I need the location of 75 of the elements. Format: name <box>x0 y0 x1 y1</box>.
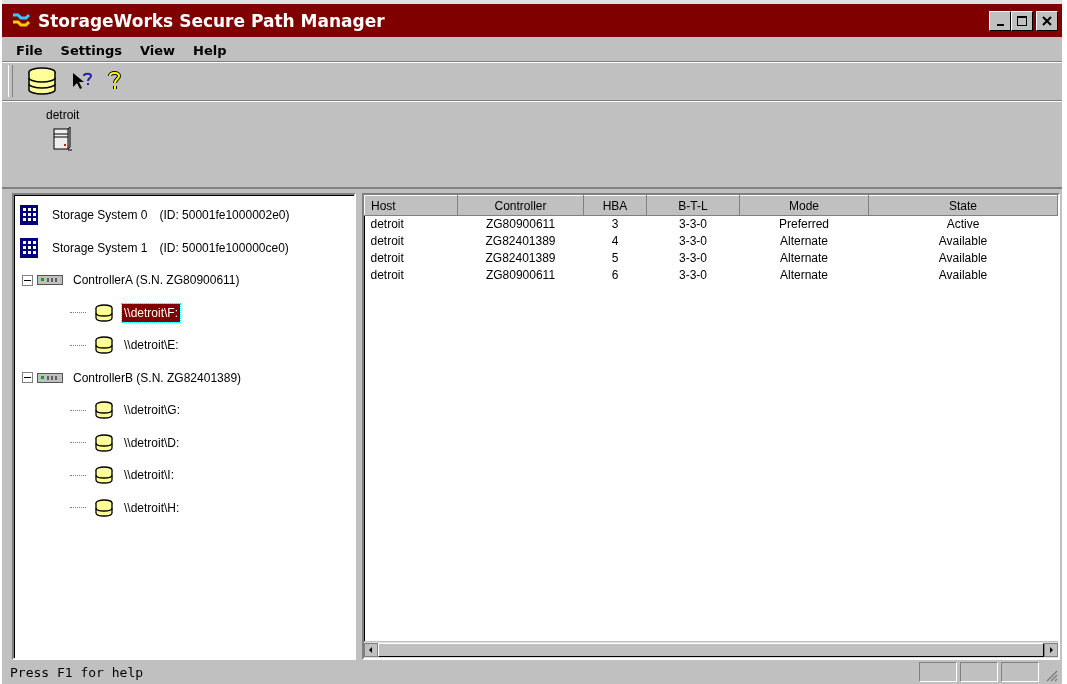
tree-item[interactable]: \\detroit\G: <box>122 401 183 420</box>
status-text: Press F1 for help <box>10 664 145 680</box>
status-pane <box>1001 662 1039 682</box>
tree-item[interactable]: ControllerA (S.N. ZG80900611) <box>71 271 242 290</box>
table-cell-text: 3-3-0 <box>678 267 708 284</box>
table-cell-text: 4 <box>610 233 620 250</box>
table-cell-text: Available <box>937 267 989 284</box>
minimize-icon <box>996 23 1004 26</box>
scroll-right-icon[interactable] <box>1044 643 1058 657</box>
storage-system-icon <box>20 205 38 226</box>
resize-grip-icon[interactable] <box>1044 668 1058 682</box>
tree-item[interactable]: \\detroit\E: <box>122 336 181 355</box>
maximize-icon <box>1017 15 1027 26</box>
table-cell-text: 6 <box>610 267 620 284</box>
collapse-toggle[interactable] <box>22 274 33 286</box>
table-cell-text: detroit <box>369 267 405 284</box>
tree-item[interactable]: \\detroit\H: <box>122 498 182 517</box>
disk-icon <box>94 303 114 322</box>
table-cell: Preferred <box>739 215 869 233</box>
menu-item[interactable]: View <box>138 42 178 58</box>
column-header[interactable]: State <box>868 195 1058 216</box>
disk-icon <box>94 498 114 517</box>
minimize-button[interactable] <box>989 10 1011 31</box>
table-cell-text: Available <box>937 250 989 267</box>
table-cell-text: Available <box>937 233 989 250</box>
tree-item[interactable]: ControllerB (S.N. ZG82401389) <box>71 368 244 387</box>
system-id-text: (ID: 50001fe1000002e0) <box>159 208 290 223</box>
horizontal-scrollbar[interactable] <box>364 641 1058 658</box>
tree-item[interactable]: Storage System 1 <box>50 238 150 257</box>
collapse-toggle[interactable] <box>22 372 33 384</box>
close-icon <box>1042 15 1052 26</box>
help-pointer-icon[interactable] <box>71 71 93 91</box>
database-icon[interactable] <box>27 67 57 95</box>
table-cell-text: 3-3-0 <box>678 250 708 267</box>
column-header[interactable]: Host <box>364 195 458 216</box>
column-header[interactable]: HBA <box>583 195 647 216</box>
table-cell-text: ZG82401389 <box>484 233 557 250</box>
maximize-button[interactable] <box>1011 10 1033 31</box>
tree-item[interactable]: Storage System 0 <box>50 206 150 225</box>
help-icon[interactable] <box>107 71 121 91</box>
storage-system-icon <box>20 237 38 258</box>
disk-icon <box>94 433 114 452</box>
table-cell: Active <box>868 215 1058 233</box>
tree-item[interactable]: \\detroit\D: <box>122 433 182 452</box>
tree-item[interactable]: \\detroit\F: <box>122 303 181 322</box>
table-cell-text: Alternate <box>779 267 829 284</box>
table-cell-text: ZG82401389 <box>484 250 557 267</box>
menu-item[interactable]: Settings <box>58 42 124 58</box>
column-header[interactable]: B-T-L <box>646 195 740 216</box>
menu-item[interactable]: File <box>14 42 45 58</box>
window-title: StorageWorks Secure Path Manager <box>38 10 386 31</box>
host-label[interactable]: detroit <box>46 108 80 122</box>
table-cell: ZG80900611 <box>457 215 584 233</box>
controller-icon <box>37 371 63 384</box>
scroll-left-icon[interactable] <box>364 643 378 657</box>
close-button[interactable] <box>1036 10 1058 31</box>
controller-icon <box>37 274 63 287</box>
table-cell-text: 5 <box>610 250 620 267</box>
server-icon[interactable] <box>52 126 73 154</box>
table-cell: 3 <box>583 215 647 233</box>
table-cell-text: Alternate <box>779 233 829 250</box>
status-pane <box>960 662 998 682</box>
tree-item[interactable]: \\detroit\I: <box>122 466 177 485</box>
status-pane <box>919 662 957 682</box>
column-header[interactable]: Controller <box>457 195 584 216</box>
table-cell-text: detroit <box>369 250 405 267</box>
table-cell: 3-3-0 <box>646 215 740 233</box>
column-header[interactable]: Mode <box>739 195 869 216</box>
table-cell-text: detroit <box>369 233 405 250</box>
table-cell-text: 3-3-0 <box>678 233 708 250</box>
table-cell-text: Alternate <box>779 250 829 267</box>
table-cell: detroit <box>364 215 458 233</box>
menu-item[interactable]: Help <box>191 42 229 58</box>
table-cell-text: ZG80900611 <box>484 267 557 284</box>
system-id-text: (ID: 50001fe100000ce0) <box>159 240 289 255</box>
